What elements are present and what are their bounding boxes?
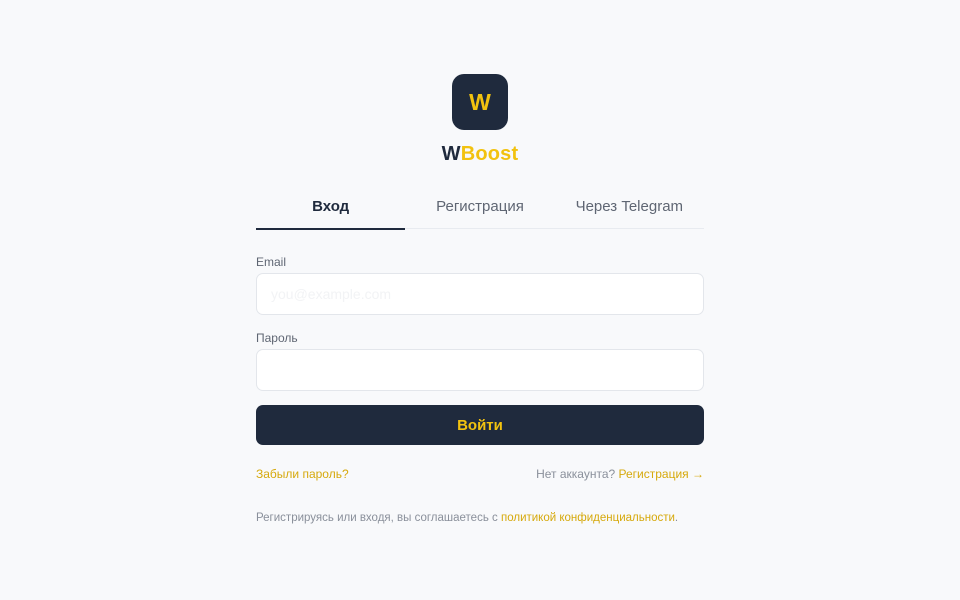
tab-register[interactable]: Регистрация <box>405 186 554 228</box>
brand-name-part1: W <box>441 143 461 165</box>
terms-notice: Регистрируясь или входя, вы соглашаетесь… <box>256 512 716 524</box>
auth-links-row: Забыли пароль? Нет аккаунта? Регистрация… <box>256 467 704 483</box>
privacy-policy-link[interactable]: политикой конфиденциальности <box>501 512 675 524</box>
terms-end: . <box>674 512 679 524</box>
forgot-password-link[interactable]: Забыли пароль? <box>256 467 349 481</box>
app-logo: W <box>452 74 508 130</box>
login-button[interactable]: Войти <box>256 405 704 445</box>
tab-telegram[interactable]: Через Telegram <box>555 186 704 228</box>
register-link[interactable]: Регистрация → <box>619 467 704 481</box>
password-field[interactable] <box>256 349 704 391</box>
no-account-text: Нет аккаунта? <box>536 467 616 481</box>
tab-login[interactable]: Вход <box>256 186 406 230</box>
email-label: Email <box>256 255 287 269</box>
terms-text: Регистрируясь или входя, вы соглашаетесь… <box>256 512 498 524</box>
brand-name-part2: Boost <box>460 143 519 165</box>
password-label: Пароль <box>256 331 298 345</box>
brand-name: WBoost <box>0 143 960 166</box>
register-prompt: Нет аккаунта? Регистрация → <box>536 467 704 481</box>
email-field[interactable] <box>256 273 704 315</box>
auth-tabs: Вход Регистрация Через Telegram <box>256 186 704 230</box>
logo-letter: W <box>469 88 491 115</box>
